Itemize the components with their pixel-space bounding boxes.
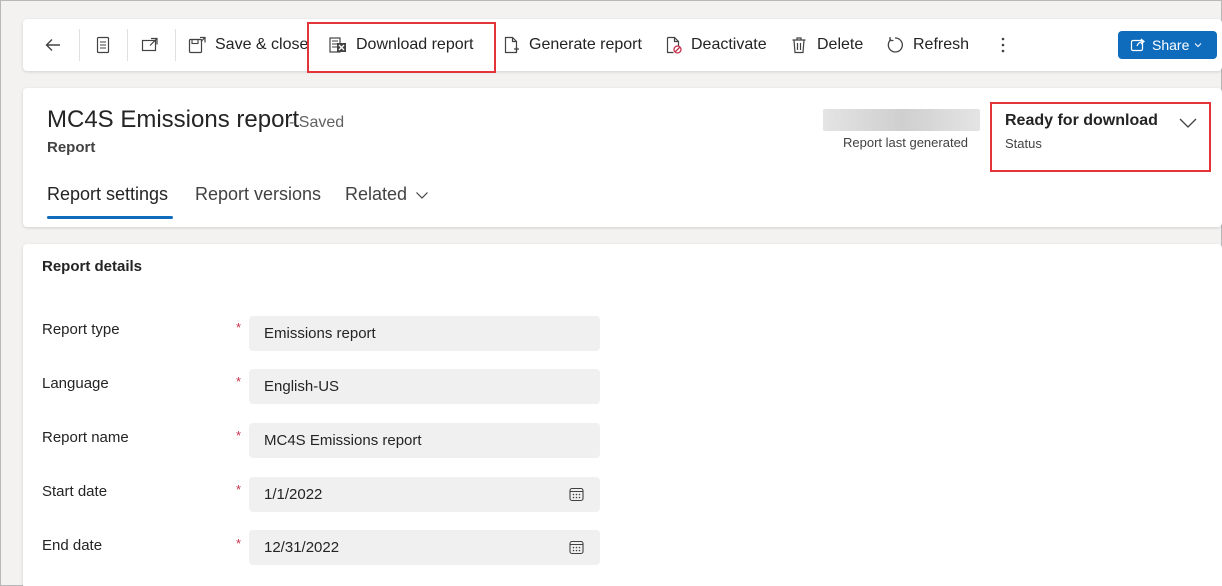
record-header: MC4S Emissions report - Saved Report Rep… [23,88,1222,227]
entity-name: Report [47,139,96,156]
chevron-down-icon [416,191,428,199]
download-report-label: Download report [356,36,474,53]
save-status: - Saved [289,114,345,131]
excel-download-icon [329,37,346,53]
chevron-down-icon [1194,43,1202,48]
more-commands-button[interactable] [995,19,1011,71]
share-button[interactable]: Share [1118,31,1217,59]
save-close-icon [188,36,206,54]
report-name-field[interactable]: MC4S Emissions report [249,423,600,458]
back-button[interactable] [43,19,63,71]
report-type-value: Emissions report [264,325,376,342]
report-last-generated-label: Report last generated [843,135,969,150]
refresh-button[interactable]: Refresh [885,19,969,71]
language-label: Language [42,375,109,392]
end-date-label: End date [42,537,103,554]
tab-report-settings[interactable]: Report settings [47,184,168,205]
delete-label: Delete [817,36,864,53]
report-type-field[interactable]: Emissions report [249,316,600,351]
language-field[interactable]: English-US [249,369,600,404]
generate-report-label: Generate report [529,36,642,53]
status-label: Status [1005,136,1042,151]
required-marker: * [236,428,242,443]
required-marker: * [236,320,242,335]
toolbar-divider [79,29,80,61]
calendar-icon[interactable] [569,487,584,502]
calendar-icon[interactable] [569,540,584,555]
end-date-field[interactable]: 12/31/2022 [249,530,600,565]
share-label: Share [1152,37,1190,53]
end-date-value: 12/31/2022 [264,539,340,556]
section-title: Report details [42,258,143,275]
start-date-field[interactable]: 1/1/2022 [249,477,600,512]
deactivate-button[interactable]: Deactivate [663,19,767,71]
toolbar-divider [175,29,176,61]
tab-related-label: Related [345,184,408,204]
arrow-left-icon [45,39,60,51]
save-close-label: Save & close [215,36,309,53]
active-tab-indicator [47,216,173,219]
report-type-label: Report type [42,321,120,338]
toolbar-divider [127,29,128,61]
required-marker: * [236,374,242,389]
tab-related[interactable]: Related [345,184,429,205]
deactivate-label: Deactivate [691,36,767,53]
form-icon [96,36,110,54]
trash-icon [792,37,806,54]
report-name-label: Report name [42,429,129,446]
start-date-value: 1/1/2022 [264,486,323,503]
page-title: MC4S Emissions report [47,106,300,133]
command-bar: Save & close Download report Generate re… [23,19,1222,71]
document-add-icon [504,36,519,54]
refresh-icon [887,37,903,53]
deactivate-icon [666,36,682,54]
form-selector-button[interactable] [93,19,113,71]
share-icon [1130,38,1145,52]
required-marker: * [236,536,242,551]
more-vertical-icon [1001,37,1005,53]
tab-report-versions[interactable]: Report versions [195,184,321,205]
open-in-new-window-icon [141,37,158,52]
chevron-down-icon[interactable] [1178,116,1198,130]
start-date-label: Start date [42,483,108,500]
generate-report-button[interactable]: Generate report [501,19,642,71]
refresh-label: Refresh [913,36,970,53]
required-marker: * [236,482,242,497]
open-new-window-button[interactable] [140,19,160,71]
language-value: English-US [264,378,340,395]
save-close-button[interactable]: Save & close [187,19,308,71]
status-value: Ready for download [1005,112,1158,129]
report-name-value: MC4S Emissions report [264,432,422,449]
report-last-generated-value [823,109,980,131]
download-report-button[interactable]: Download report [328,19,473,71]
report-details-section: Report details Report type * Emissions r… [23,244,1222,586]
delete-button[interactable]: Delete [789,19,863,71]
